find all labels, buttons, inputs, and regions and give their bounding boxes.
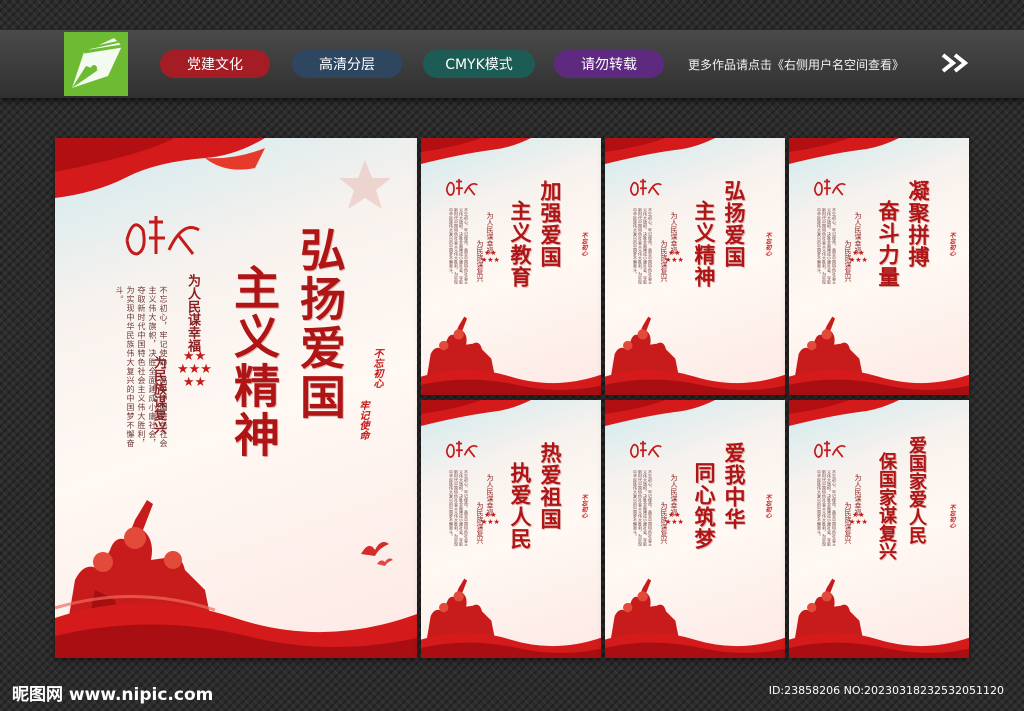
body-text: 不忘初心，牢记使命，高举中国特色社会主义伟大旗帜，决胜全面建成小康社会，夺取新时…: [817, 208, 837, 284]
title-line-2: 同心筑梦: [692, 462, 717, 550]
red-ribbon-wave: [421, 369, 601, 395]
china-dream-logo: [445, 440, 478, 458]
slogan-1: 为人民谋幸福: [670, 474, 678, 516]
red-ribbon-wave: [789, 632, 969, 658]
tag-pill-cmyk[interactable]: CMYK模式: [423, 50, 535, 78]
poster-small-4[interactable]: 热爱祖国 执爱人民 为人民谋幸福 为民族谋复兴 ★★ ★★★ 不忘初心，牢记使命，…: [421, 400, 601, 658]
poster-small-3[interactable]: 凝聚拼搏 奋斗力量 为人民谋幸福 为民族谋复兴 ★★ ★★★ 不忘初心，牢记使命，…: [789, 138, 969, 395]
body-text: 不忘初心，牢记使命，高举中国特色社会主义伟大旗帜，决胜全面建成小康社会，夺取新时…: [633, 470, 653, 546]
pen-nib-icon: [72, 38, 123, 88]
body-text: 不忘初心，牢记使命，高举中国特色社会主义伟大旗帜，决胜全面建成小康社会，夺取新时…: [449, 470, 469, 546]
seal: 不忘初心: [948, 232, 955, 256]
red-ribbon-wave: [605, 369, 785, 395]
poster-small-1[interactable]: 加强爱国 主义教育 为人民谋幸福 为民族谋复兴 ★★ ★★★ 不忘初心，牢记使命，…: [421, 138, 601, 395]
title-line-1: 凝聚拼搏: [906, 180, 931, 268]
china-dream-logo: [629, 178, 662, 196]
slogan-1: 为人民谋幸福: [486, 474, 494, 516]
red-flag-banner: [605, 138, 715, 164]
tag-pill-hd[interactable]: 高清分层: [292, 50, 402, 78]
star-cluster: ★★ ★★★: [481, 249, 500, 264]
seal: 不忘初心: [580, 494, 587, 518]
body-text: 不忘初心，牢记使命，高举中国特色社会主义伟大旗帜，决胜全面建成小康社会，夺取新时…: [633, 208, 653, 284]
china-dream-logo: [813, 440, 846, 458]
red-flag-banner: [421, 400, 531, 426]
header-note[interactable]: 更多作品请点击《右侧用户名空间查看》: [688, 56, 904, 73]
slogan-1: 为人民谋幸福: [670, 212, 678, 254]
seal: 不忘初心: [580, 232, 587, 256]
china-dream-logo: [813, 178, 846, 196]
china-dream-logo: [629, 440, 662, 458]
image-id-text: ID:23858206 NO:20230318232532051120: [768, 684, 1004, 697]
main-star-cluster: ★★ ★★★ ★★: [177, 349, 212, 390]
red-flag-banner: [605, 400, 715, 426]
star-cluster: ★★ ★★★: [665, 511, 684, 526]
poster-small-5[interactable]: 爱我中华 同心筑梦 为人民谋幸福 为民族谋复兴 ★★ ★★★ 不忘初心，牢记使命，…: [605, 400, 785, 658]
main-title-line-2: 主义精神: [227, 264, 281, 460]
title-line-1: 弘扬爱国: [722, 180, 747, 268]
title-line-2: 保国家谋复兴: [876, 452, 897, 560]
faint-star-icon: [339, 160, 391, 209]
tag-pill-party[interactable]: 党建文化: [160, 50, 270, 78]
slogan-1: 为人民谋幸福: [854, 212, 862, 254]
red-ribbon-wave: [55, 594, 417, 658]
red-flag-banner: [421, 138, 531, 164]
title-line-2: 主义精神: [692, 200, 717, 288]
red-flag-banner: [789, 400, 899, 426]
poster-main[interactable]: 弘扬爱国 主义精神 为人民谋幸福 为民族谋复兴 ★★ ★★★ ★★ 不忘初心，牢记使…: [55, 138, 417, 658]
red-flag-banner: [789, 138, 899, 164]
china-dream-logo: [125, 216, 200, 256]
star-cluster: ★★ ★★★: [481, 511, 500, 526]
seal: 不忘初心: [764, 494, 771, 518]
double-chevron-right-icon[interactable]: [940, 52, 970, 74]
body-text: 不忘初心，牢记使命，高举中国特色社会主义伟大旗帜，决胜全面建成小康社会，夺取新时…: [817, 470, 837, 546]
red-ribbon-wave: [605, 632, 785, 658]
brand-logo[interactable]: [64, 32, 128, 96]
title-line-1: 爱我中华: [722, 442, 747, 530]
main-seal-1: 不忘初心: [371, 348, 382, 388]
poster-small-2[interactable]: 弘扬爱国 主义精神 为人民谋幸福 为民族谋复兴 ★★ ★★★ 不忘初心，牢记使命，…: [605, 138, 785, 395]
title-line-2: 执爱人民: [508, 462, 533, 550]
tag-pill-noreprint[interactable]: 请勿转载: [554, 50, 664, 78]
china-dream-logo: [445, 178, 478, 196]
main-seal-2: 牢记使命: [357, 400, 368, 440]
title-line-1: 爱国家爱人民: [906, 436, 927, 544]
slogan-1: 为人民谋幸福: [486, 212, 494, 254]
red-ribbon-wave: [789, 369, 969, 395]
body-text: 不忘初心，牢记使命，高举中国特色社会主义伟大旗帜，决胜全面建成小康社会，夺取新时…: [449, 208, 469, 284]
title-line-2: 主义教育: [508, 200, 533, 288]
main-slogan-1: 为人民谋幸福: [185, 274, 200, 352]
star-cluster: ★★ ★★★: [665, 249, 684, 264]
poster-small-6[interactable]: 爱国家爱人民 保国家谋复兴 为人民谋幸福 为民族谋复兴 ★★ ★★★ 不忘初心，牢…: [789, 400, 969, 658]
slogan-1: 为人民谋幸福: [854, 474, 862, 516]
star-cluster: ★★ ★★★: [849, 511, 868, 526]
seal: 不忘初心: [948, 504, 955, 528]
title-line-1: 热爱祖国: [538, 442, 563, 530]
title-line-2: 奋斗力量: [876, 200, 901, 288]
main-body-text: 不忘初心，牢记使命，高举中国特色社会主义伟大旗帜，决胜全面建成小康社会，夺取新时…: [115, 286, 168, 448]
red-ribbon-wave: [421, 632, 601, 658]
title-line-1: 加强爱国: [538, 180, 563, 268]
seal: 不忘初心: [764, 232, 771, 256]
site-watermark[interactable]: 昵图网 www.nipic.com: [12, 680, 213, 705]
star-cluster: ★★ ★★★: [849, 249, 868, 264]
main-title-line-1: 弘扬爱国: [293, 226, 347, 422]
